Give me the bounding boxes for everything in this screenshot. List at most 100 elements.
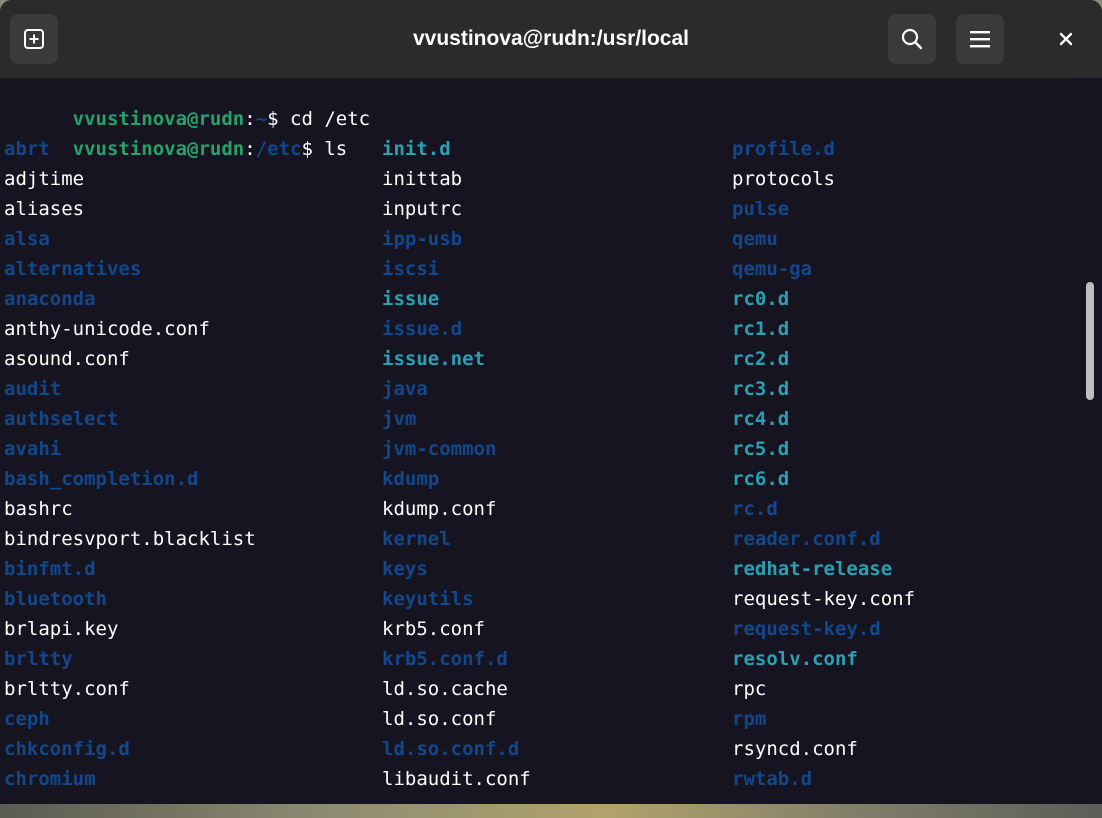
listing-entry: rc0.d [732,288,790,310]
scrollbar[interactable] [1070,78,1102,804]
listing-entry: jvm-common [382,438,497,460]
terminal-window: vvustinova@rudn:/usr/local vvustinova@ru… [0,0,1102,804]
listing-entry: krb5.conf [382,618,485,640]
listing-entry: alsa [4,228,50,250]
listing-entry: authselect [4,408,119,430]
search-button[interactable] [888,14,936,64]
new-tab-button[interactable] [10,14,58,64]
listing-entry: rsyncd.conf [732,738,858,760]
listing-entry: init.d [382,138,451,160]
window-title: vvustinova@rudn:/usr/local [412,27,690,50]
listing-entry: reader.conf.d [732,528,881,550]
listing-entry: pulse [732,198,790,220]
listing-entry: keys [382,558,428,580]
scrollbar-thumb[interactable] [1086,282,1094,400]
search-icon [901,28,923,50]
listing-entry: rc2.d [732,348,790,370]
listing-row: bindresvport.blacklist kernel reader.conf.… [0,524,1070,554]
listing-entry: ld.so.conf [382,708,497,730]
listing-entry: brltty [4,648,73,670]
listing-entry: libaudit.conf [382,768,531,790]
terminal-output[interactable]: vvustinova@rudn:~$ cd /etc vvustinova@ru… [0,78,1070,804]
listing-entry: adjtime [4,168,85,190]
listing-entry: brltty.conf [4,678,130,700]
listing-row: aliases inputrc pulse [0,194,1070,224]
listing-row: asound.conf issue.net rc2.d [0,344,1070,374]
listing-entry: issue [382,288,440,310]
menu-button[interactable] [956,14,1004,64]
listing-entry: redhat-release [732,558,893,580]
listing-entry: resolv.conf [732,648,858,670]
desktop-background [0,804,1102,818]
new-tab-plus-icon [24,29,44,49]
listing-entry: ipp-usb [382,228,463,250]
listing-entry: chkconfig.d [4,738,130,760]
listing-row: binfmt.d keys redhat-release [0,554,1070,584]
listing-entry: kernel [382,528,451,550]
listing-entry: brlapi.key [4,618,119,640]
listing-entry: inittab [382,168,463,190]
listing-row: bash_completion.d kdump rc6.d [0,464,1070,494]
title-bar: vvustinova@rudn:/usr/local [0,0,1102,79]
listing-entry: anthy-unicode.conf [4,318,210,340]
listing-row: brltty krb5.conf.d resolv.conf [0,644,1070,674]
listing-entry: keyutils [382,588,474,610]
listing-entry: bindresvport.blacklist [4,528,256,550]
listing-entry: java [382,378,428,400]
listing-entry: rwtab.d [732,768,813,790]
hamburger-menu-icon [970,31,990,48]
listing-entry: jvm [382,408,417,430]
listing-entry: avahi [4,438,62,460]
listing-entry: audit [4,378,62,400]
listing-entry: aliases [4,198,85,220]
listing-entry: issue.net [382,348,485,370]
prompt-line: vvustinova@rudn:~$ cd /etc [72,108,371,130]
listing-entry: protocols [732,168,835,190]
listing-entry: request-key.d [732,618,881,640]
listing-row: alternatives iscsi qemu-ga [0,254,1070,284]
listing-entry: rpc [732,678,767,700]
listing-entry: ld.so.cache [382,678,508,700]
listing-entry: anaconda [4,288,96,310]
listing-row: avahi jvm-common rc5.d [0,434,1070,464]
listing-entry: kdump.conf [382,498,497,520]
listing-row: abrt init.d profile.d [0,134,1070,164]
listing-entry: rc1.d [732,318,790,340]
listing-entry: issue.d [382,318,463,340]
listing-row: anaconda issue rc0.d [0,284,1070,314]
listing-entry: rpm [732,708,767,730]
listing-row: brlapi.key krb5.conf request-key.d [0,614,1070,644]
listing-row: alsa ipp-usb qemu [0,224,1070,254]
listing-entry: rc5.d [732,438,790,460]
listing-entry: rc4.d [732,408,790,430]
listing-entry: asound.conf [4,348,130,370]
close-button[interactable] [1042,14,1090,64]
listing-row: ceph ld.so.conf rpm [0,704,1070,734]
listing-entry: profile.d [732,138,835,160]
listing-entry: qemu [732,228,778,250]
listing-entry: kdump [382,468,440,490]
listing-entry: abrt [4,138,50,160]
listing-row: brltty.conf ld.so.cache rpc [0,674,1070,704]
listing-entry: rc.d [732,498,778,520]
close-icon [1059,32,1073,46]
listing-entry: krb5.conf.d [382,648,508,670]
listing-row: adjtime inittab protocols [0,164,1070,194]
listing-entry: alternatives [4,258,142,280]
listing-row: bashrc kdump.conf rc.d [0,494,1070,524]
listing-entry: ld.so.conf.d [382,738,520,760]
prompt-line: vvustinova@rudn:/etc$ ls [72,138,348,160]
listing-entry: ceph [4,708,50,730]
listing-entry: iscsi [382,258,440,280]
listing-row: anthy-unicode.conf issue.d rc1.d [0,314,1070,344]
listing-entry: rc3.d [732,378,790,400]
listing-row: authselect jvm rc4.d [0,404,1070,434]
listing-row: chkconfig.d ld.so.conf.d rsyncd.conf [0,734,1070,764]
listing-entry: chromium [4,768,96,790]
listing-entry: bash_completion.d [4,468,199,490]
listing-row: chromium libaudit.conf rwtab.d [0,764,1070,794]
listing-entry: inputrc [382,198,463,220]
listing-entry: binfmt.d [4,558,96,580]
listing-entry: request-key.conf [732,588,916,610]
listing-row: audit java rc3.d [0,374,1070,404]
